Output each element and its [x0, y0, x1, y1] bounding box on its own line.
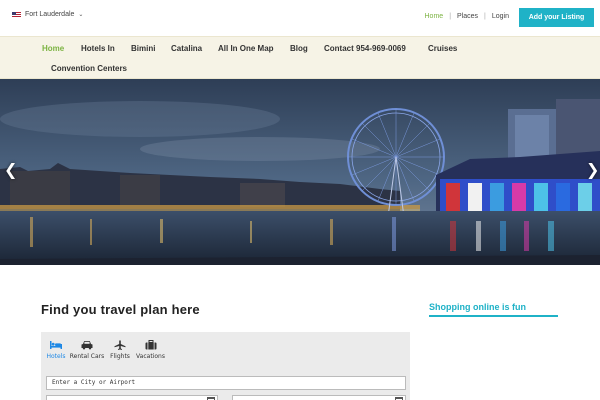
us-flag-icon [12, 11, 21, 18]
main-nav: Home Hotels In Bimini Catalina All In On… [0, 36, 600, 79]
tab-label: Rental Cars [69, 353, 105, 360]
car-icon [81, 341, 93, 350]
nav-item-home[interactable]: Home [42, 44, 64, 53]
city-selector[interactable]: Fort Lauderdale ⌄ [12, 11, 83, 18]
chevron-down-icon: ⌄ [78, 12, 84, 18]
top-link-places[interactable]: Places [457, 13, 478, 20]
tab-flights[interactable]: Flights [107, 340, 133, 360]
bed-icon [50, 341, 62, 349]
divider: | [449, 13, 452, 20]
hero-slider[interactable]: ❮ ❯ [0, 79, 600, 265]
nav-item-all-in-one-map[interactable]: All In One Map [218, 44, 274, 53]
plane-icon [114, 340, 126, 350]
suitcase-icon [145, 340, 156, 350]
nav-item-convention-centers[interactable]: Convention Centers [51, 64, 127, 73]
add-listing-button[interactable]: Add your Listing [519, 8, 594, 27]
travel-search-widget: Hotels Rental Cars Flights Vacations Ent… [41, 332, 410, 400]
tab-label: Flights [110, 353, 130, 360]
top-link-login[interactable]: Login [492, 13, 509, 20]
tab-label: Vacations [136, 353, 165, 360]
tab-rental-cars[interactable]: Rental Cars [67, 340, 107, 360]
city-airport-input[interactable]: Enter a City or Airport [46, 376, 406, 390]
chevron-right-icon[interactable]: ❯ [586, 163, 599, 179]
tab-hotels[interactable]: Hotels [44, 340, 68, 360]
nav-item-blog[interactable]: Blog [290, 44, 308, 53]
nav-item-bimini[interactable]: Bimini [131, 44, 155, 53]
hero-image [0, 79, 600, 265]
check-in-date-field[interactable] [46, 395, 218, 400]
tab-label: Hotels [46, 353, 66, 360]
divider: | [484, 13, 486, 20]
top-bar: Fort Lauderdale ⌄ Home | Places | Login … [0, 0, 600, 36]
chevron-left-icon[interactable]: ❮ [4, 163, 17, 179]
nav-item-catalina[interactable]: Catalina [171, 44, 202, 53]
top-link-home[interactable]: Home [425, 13, 444, 20]
check-out-date-field[interactable] [232, 395, 406, 400]
nav-item-contact[interactable]: Contact 954-969-0069 [324, 44, 406, 53]
city-label: Fort Lauderdale [25, 11, 75, 18]
nav-item-cruises[interactable]: Cruises [428, 44, 457, 53]
page-title: Find you travel plan here [41, 302, 200, 317]
nav-item-hotels-in[interactable]: Hotels In [81, 44, 115, 53]
top-links: Home | Places | Login [425, 13, 510, 20]
sidebar-title: Shopping online is fun [429, 302, 526, 312]
tab-vacations[interactable]: Vacations [134, 340, 167, 360]
sidebar-title-underline [429, 315, 558, 317]
